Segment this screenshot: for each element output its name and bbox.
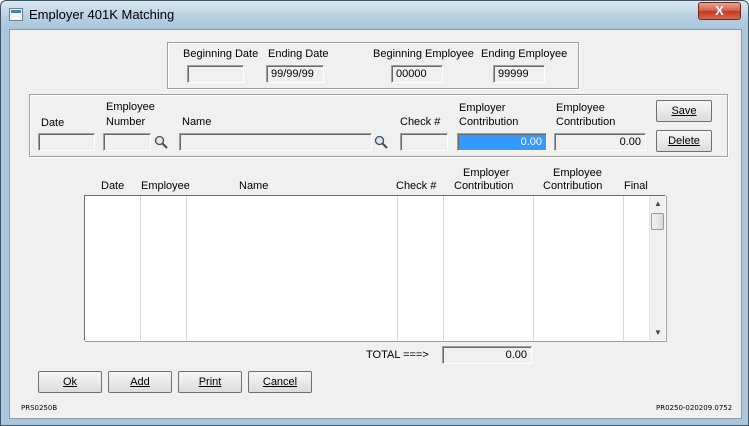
check-number-field[interactable]	[400, 133, 448, 151]
beginning-employee-field[interactable]: 00000	[391, 65, 443, 83]
name-lookup-search-icon[interactable]	[374, 135, 388, 149]
cancel-button[interactable]: Cancel	[248, 371, 312, 393]
column-header-employer-line2: Contribution	[454, 180, 514, 192]
column-header-final: Final	[624, 180, 648, 192]
total-label: TOTAL ===>	[366, 349, 429, 361]
date-label: Date	[41, 117, 65, 129]
scroll-up-arrow-icon[interactable]: ▲	[650, 197, 666, 211]
employer-contribution-field[interactable]: 0.00	[457, 133, 547, 151]
beginning-date-field[interactable]	[187, 65, 244, 83]
column-header-employee: Employee	[141, 180, 190, 192]
column-header-employer-line1: Employer	[463, 167, 510, 179]
column-header-employee-contrib-line1: Employee	[553, 167, 602, 179]
column-header-name: Name	[239, 180, 269, 192]
column-divider	[140, 196, 141, 340]
employer-contribution-label-line2: Contribution	[459, 116, 519, 128]
beginning-date-label: Beginning Date	[183, 48, 259, 60]
dialog-body: Beginning Date Ending Date 99/99/99 Begi…	[9, 29, 742, 419]
name-label: Name	[182, 116, 212, 128]
employer-contribution-label-line1: Employer	[459, 102, 506, 114]
ending-employee-field[interactable]: 99999	[493, 65, 545, 83]
window: Employer 401K Matching X Beginning Date …	[0, 0, 749, 426]
employee-contribution-label-line2: Contribution	[556, 116, 616, 128]
ending-date-field[interactable]: 99/99/99	[266, 65, 324, 83]
employee-contribution-field[interactable]: 0.00	[554, 133, 646, 151]
transactions-grid[interactable]: ▲ ▼	[84, 195, 666, 341]
title-bar[interactable]: Employer 401K Matching X	[1, 1, 748, 29]
print-button[interactable]: Print	[178, 371, 242, 393]
column-header-employee-contrib-line2: Contribution	[543, 180, 603, 192]
total-field: 0.00	[442, 346, 532, 364]
employee-lookup-search-icon[interactable]	[154, 135, 168, 149]
employee-number-label-line1: Employee	[106, 101, 155, 113]
column-divider	[397, 196, 398, 340]
form-code-left: PRS0250B	[21, 404, 58, 412]
ok-button[interactable]: Ok	[38, 371, 102, 393]
window-title: Employer 401K Matching	[29, 7, 175, 22]
column-divider	[443, 196, 444, 340]
column-header-check: Check #	[396, 180, 437, 192]
scroll-down-arrow-icon[interactable]: ▼	[650, 326, 666, 340]
employee-number-field[interactable]	[103, 133, 151, 151]
column-divider	[533, 196, 534, 340]
column-divider	[186, 196, 187, 340]
form-code-right: PR0250-020209.0752	[656, 404, 733, 412]
save-button[interactable]: Save	[656, 100, 712, 122]
scroll-thumb[interactable]	[651, 213, 664, 230]
app-icon	[9, 8, 23, 21]
add-button[interactable]: Add	[108, 371, 172, 393]
column-divider	[623, 196, 624, 340]
employee-number-label-line2: Number	[106, 116, 146, 128]
vertical-scrollbar[interactable]: ▲ ▼	[649, 196, 665, 340]
ending-employee-label: Ending Employee	[481, 48, 568, 60]
beginning-employee-label: Beginning Employee	[373, 48, 474, 60]
close-button[interactable]: X	[698, 2, 741, 20]
name-field[interactable]	[179, 133, 372, 151]
ending-date-label: Ending Date	[268, 48, 329, 60]
employee-contribution-label-line1: Employee	[556, 102, 605, 114]
column-header-date: Date	[101, 180, 125, 192]
delete-button[interactable]: Delete	[656, 130, 712, 152]
date-field[interactable]	[38, 133, 95, 151]
check-number-label: Check #	[400, 116, 441, 128]
